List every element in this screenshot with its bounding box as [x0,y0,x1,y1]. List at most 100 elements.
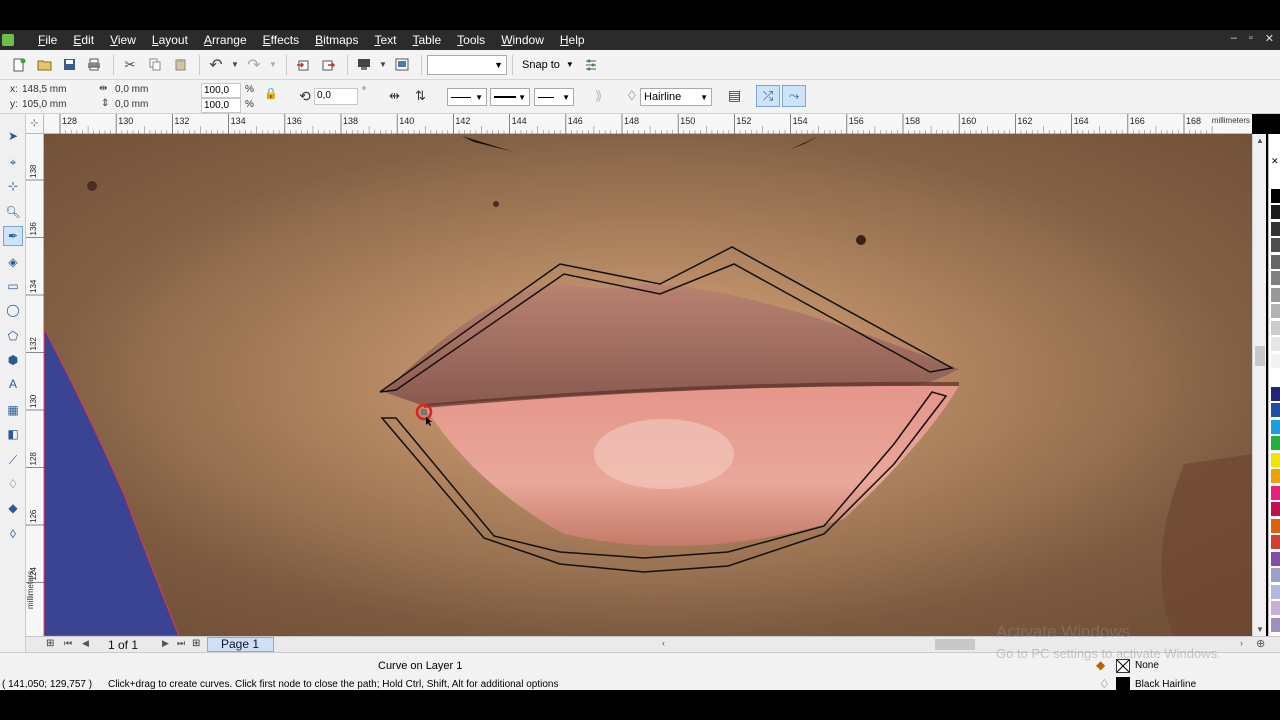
menu-edit[interactable]: Edit [65,33,102,47]
palette-swatch[interactable] [1271,337,1280,351]
vertical-ruler[interactable]: 138 136 134 132 130 128 126 124 millimeters [26,134,44,636]
scroll-left-icon[interactable]: ‹ [662,638,665,648]
palette-swatch[interactable] [1271,254,1280,269]
palette-swatch[interactable] [1271,469,1280,483]
scale-x-field[interactable]: 100,0 [201,83,241,98]
palette-swatch[interactable] [1271,386,1280,401]
tab-page-1[interactable]: Page 1 [207,637,274,652]
palette-swatch[interactable] [1271,304,1280,318]
ruler-origin-corner[interactable]: ⊹ [26,114,44,134]
previous-page-icon[interactable]: ◀ [82,638,89,649]
application-launcher-icon[interactable] [391,54,413,76]
text-tool-icon[interactable]: A [3,374,23,394]
open-folder-icon[interactable] [33,54,55,76]
menu-text[interactable]: Text [366,33,404,47]
mirror-horizontal-icon[interactable]: ⇹ [389,88,400,104]
close-curve-icon[interactable]: ⟫ [595,88,602,104]
zoom-level-dropdown[interactable]: ▼ [427,54,507,75]
scroll-up-icon[interactable]: ▲ [1256,136,1264,145]
x-position-field[interactable]: 148,5 mm [22,84,66,95]
publish-dropdown-icon[interactable]: ▼ [378,54,388,76]
palette-swatch[interactable] [1271,188,1280,203]
scroll-right-icon[interactable]: › [1240,638,1243,648]
menu-tools[interactable]: Tools [449,33,493,47]
pick-tool-icon[interactable]: ➤ [3,126,23,146]
ellipse-tool-icon[interactable]: ◯ [3,300,23,320]
width-field[interactable]: 0,0 mm [115,84,148,95]
palette-swatch[interactable] [1271,617,1280,632]
palette-swatch[interactable] [1271,320,1280,335]
line-style-dropdown[interactable]: ▼ [490,88,530,106]
zoom-tool-icon[interactable]: 🔍︎ [3,202,23,222]
menu-view[interactable]: View [102,33,144,47]
palette-swatch[interactable] [1271,518,1280,533]
crop-tool-icon[interactable]: ⊹ [3,176,23,196]
palette-swatch[interactable] [1271,502,1280,516]
smooth-curve-icon[interactable]: ⤳ [782,85,806,107]
undo-dropdown-icon[interactable]: ▼ [230,54,240,76]
node-handle[interactable] [421,409,427,415]
last-page-icon[interactable]: ⏭ [177,638,185,649]
palette-swatch[interactable] [1271,271,1280,285]
redo-dropdown-icon[interactable]: ▼ [268,54,278,76]
menu-effects[interactable]: Effects [255,33,307,47]
palette-swatch[interactable] [1271,584,1280,599]
add-page-before-icon[interactable]: ⊞ [46,638,54,649]
palette-swatch[interactable] [1271,238,1280,252]
publish-to-pdf-icon[interactable] [353,54,375,76]
print-icon[interactable] [83,54,105,76]
smart-fill-tool-icon[interactable]: ◈ [3,252,23,272]
start-arrowhead-dropdown[interactable]: ▼ [447,88,487,106]
menu-window[interactable]: Window [493,33,552,47]
outline-swatch[interactable] [1116,677,1130,691]
basic-shapes-tool-icon[interactable]: ⬢ [3,350,23,370]
palette-swatch[interactable] [1271,205,1280,219]
minimize-icon[interactable]: – [1231,32,1237,45]
lock-ratio-icon[interactable]: 🔒 [264,87,278,100]
shape-tool-icon[interactable]: ⌖ [3,152,23,172]
menu-layout[interactable]: Layout [144,33,196,47]
add-page-after-icon[interactable]: ⊞ [192,638,200,649]
close-icon[interactable]: ✕ [1265,32,1274,45]
undo-icon[interactable]: ↶ [205,54,227,76]
first-page-icon[interactable]: ⏮ [64,638,72,649]
menu-arrange[interactable]: Arrange [196,33,255,47]
new-document-icon[interactable] [8,54,30,76]
auto-close-curve-icon[interactable]: ⤮ [756,85,780,107]
interactive-fill-tool-icon[interactable]: ◊ [3,524,23,544]
paste-icon[interactable] [169,54,191,76]
menu-file[interactable]: File [30,33,65,47]
palette-swatch[interactable] [1271,172,1280,186]
rotation-field[interactable]: 0,0 [314,88,358,105]
horizontal-scroll-thumb[interactable] [935,639,975,650]
menu-help[interactable]: Help [552,33,593,47]
palette-swatch[interactable] [1271,287,1280,302]
palette-swatch[interactable] [1271,370,1280,384]
outline-width-dropdown[interactable]: Hairline ▼ [640,88,712,106]
palette-swatch[interactable] [1271,485,1280,500]
zoom-navigator-icon[interactable]: ⊕ [1256,637,1265,650]
pen-tool-icon[interactable]: ✒ [3,226,23,246]
end-arrowhead-dropdown[interactable]: ▼ [534,88,574,106]
save-icon[interactable] [58,54,80,76]
fill-tool-icon[interactable]: ◆ [3,498,23,518]
options-icon[interactable] [580,54,602,76]
fill-swatch[interactable] [1116,659,1130,673]
interactive-tool-icon[interactable]: ◧ [3,424,23,444]
copy-icon[interactable] [144,54,166,76]
rectangle-tool-icon[interactable]: ▭ [3,276,23,296]
table-tool-icon[interactable]: ▦ [3,400,23,420]
height-field[interactable]: 0,0 mm [115,99,148,110]
scale-y-field[interactable]: 100,0 [201,98,241,113]
vertical-scrollbar[interactable]: ▲ ▼ [1252,134,1266,636]
palette-swatch[interactable] [1271,436,1280,450]
snap-to-dropdown-icon[interactable]: ▼ [566,60,574,69]
polygon-tool-icon[interactable]: ⬠ [3,326,23,346]
cut-icon[interactable]: ✂ [119,54,141,76]
palette-swatch[interactable] [1271,535,1280,549]
drawing-canvas[interactable] [44,134,1252,636]
scroll-down-icon[interactable]: ▼ [1256,625,1264,634]
palette-swatch[interactable] [1271,221,1280,236]
palette-swatch[interactable] [1271,403,1280,417]
y-position-field[interactable]: 105,0 mm [22,99,66,110]
